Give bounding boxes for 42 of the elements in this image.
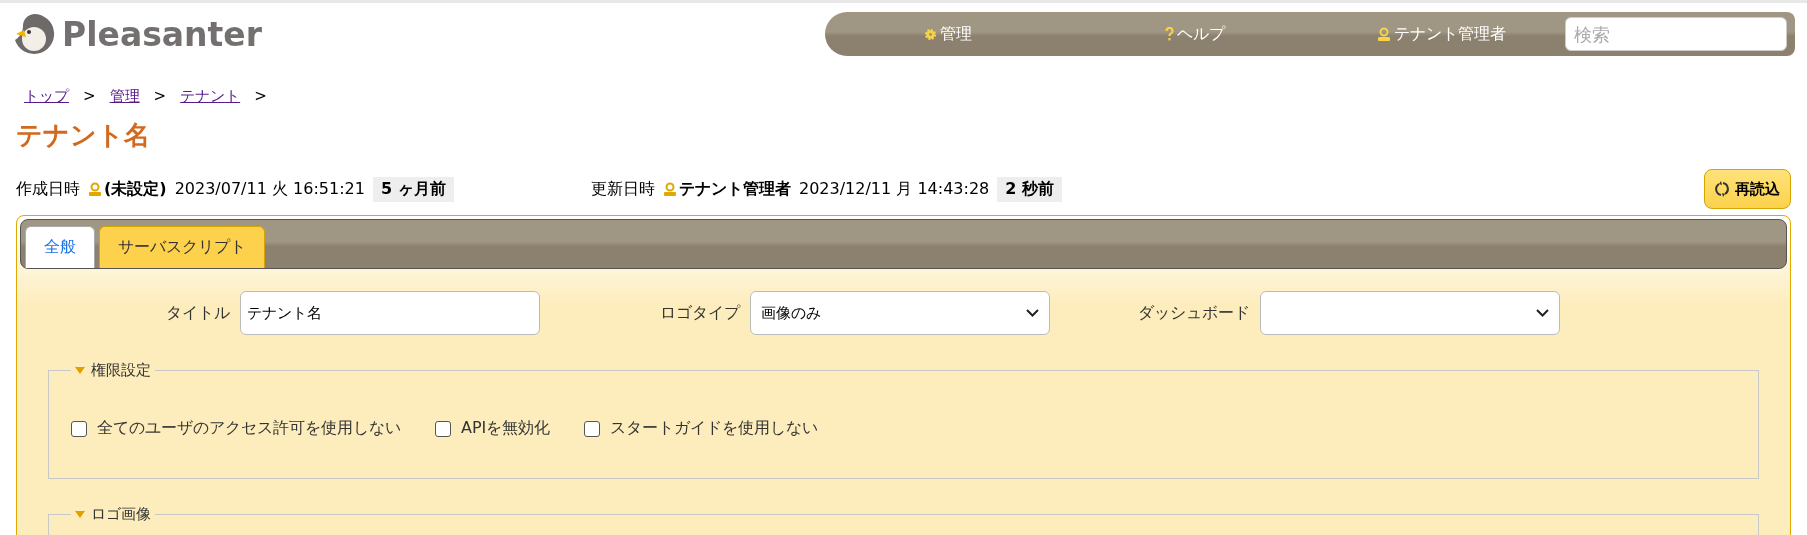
user-name: (未設定): [104, 178, 167, 200]
breadcrumb-link[interactable]: トップ: [24, 87, 69, 106]
field-label: ダッシュボード: [1138, 302, 1250, 324]
refresh-icon: [1715, 181, 1729, 197]
tab[interactable]: サーバスクリプト: [99, 226, 265, 268]
user-name: テナント管理者: [679, 178, 791, 200]
reload-button[interactable]: 再読込: [1704, 169, 1791, 209]
section-title: ロゴ画像: [91, 505, 151, 524]
chevron-down-icon: [1026, 309, 1039, 317]
checkbox[interactable]: [584, 420, 601, 437]
page-title: テナント名: [16, 119, 151, 152]
checkbox[interactable]: [71, 420, 87, 437]
user-icon: [663, 182, 677, 196]
checkbox-option[interactable]: スタートガイドを使用しない: [584, 418, 819, 439]
chevron-down-icon: [1536, 309, 1549, 317]
breadcrumb-separator: >: [254, 87, 267, 106]
meta-label: 作成日時: [16, 178, 80, 200]
checkbox[interactable]: [435, 420, 451, 437]
breadcrumb-separator: >: [153, 87, 167, 106]
section-title: 権限設定: [91, 361, 151, 380]
meta-label: 更新日時: [591, 178, 655, 200]
field-label: ロゴタイプ: [660, 302, 740, 324]
date-text: 2023/07/11 火 16:51:21: [174, 178, 365, 200]
time-ago: 5 ヶ月前: [372, 176, 454, 202]
search-field[interactable]: 検索: [1565, 17, 1787, 51]
time-ago: 2 秒前: [997, 176, 1062, 202]
field-label: タイトル: [166, 302, 230, 324]
gear-icon: [924, 27, 938, 41]
checkbox-option[interactable]: APIを無効化: [435, 418, 551, 439]
question-mark-icon: [1165, 27, 1174, 41]
logo-text: Pleasanter: [62, 14, 262, 54]
breadcrumb-separator: >: [83, 87, 96, 106]
dropdown[interactable]: 画像のみ: [750, 291, 1050, 335]
bird-logo-icon: [12, 12, 56, 56]
tab[interactable]: 全般: [25, 226, 95, 268]
checkbox-option[interactable]: 全てのユーザのアクセス許可を使用しない: [71, 418, 401, 439]
breadcrumb-link[interactable]: 管理: [109, 87, 140, 106]
breadcrumb-link[interactable]: テナント: [180, 87, 241, 106]
user-icon: [88, 182, 102, 196]
user-icon: [1377, 27, 1392, 41]
text-field[interactable]: テナント名: [240, 291, 540, 335]
date-text: 2023/12/11 月 14:43:28: [799, 178, 990, 200]
